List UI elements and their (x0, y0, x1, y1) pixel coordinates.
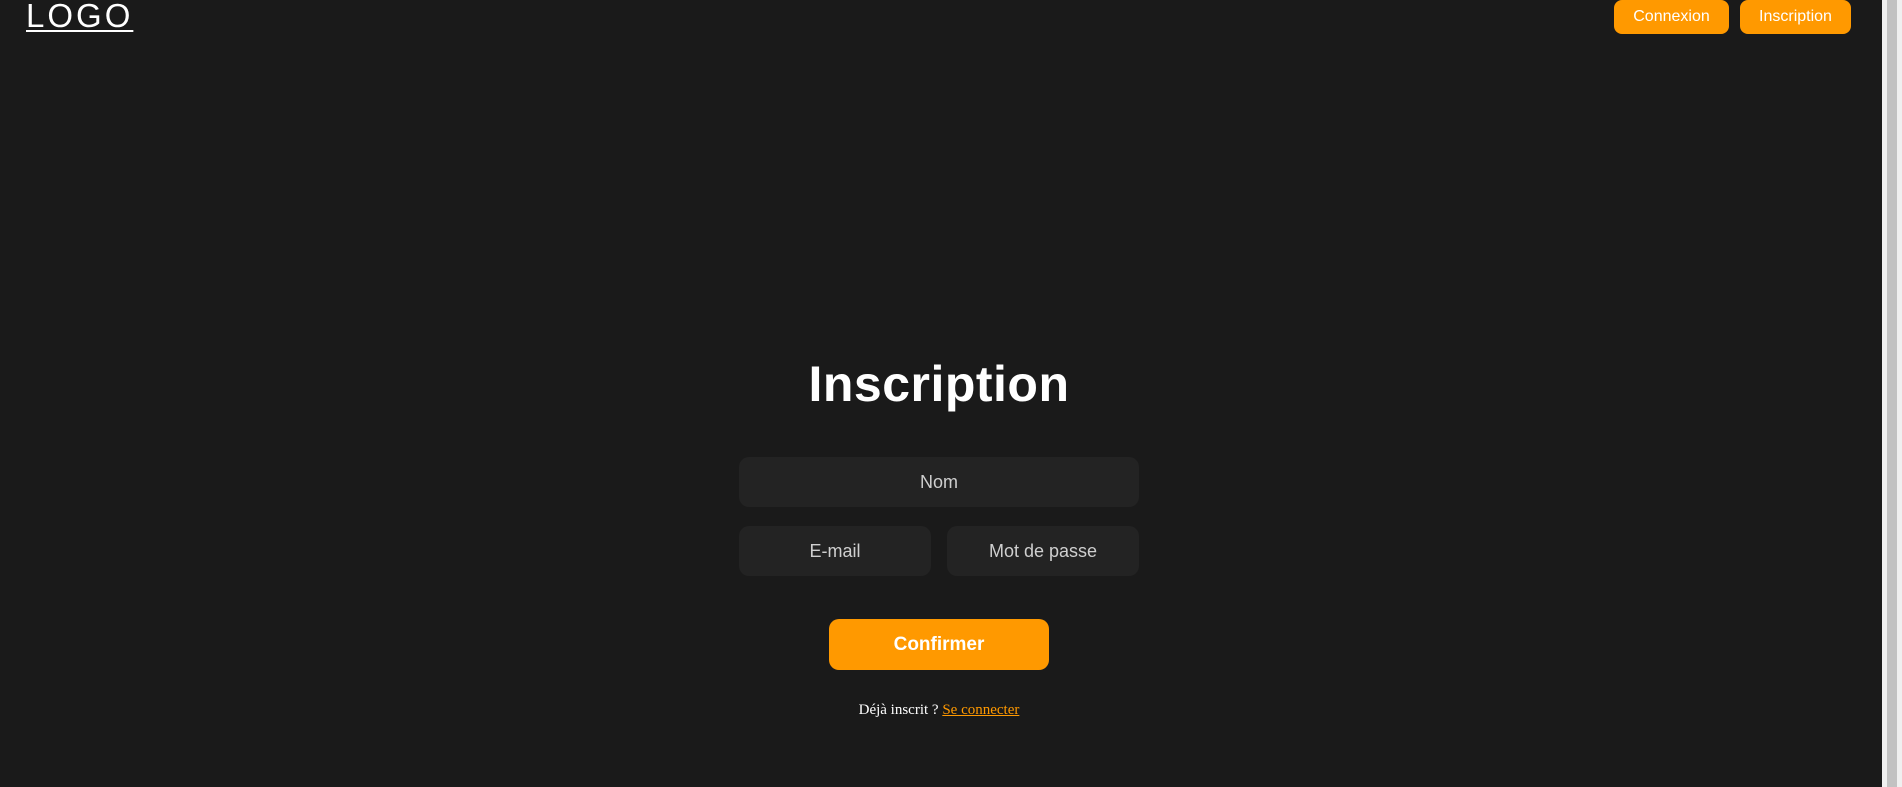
scrollbar-thumb[interactable] (1887, 0, 1897, 787)
login-link[interactable]: Se connecter (942, 702, 1019, 718)
login-prompt: Déjà inscrit ? Se connecter (0, 700, 1878, 720)
name-field[interactable] (739, 457, 1139, 507)
signup-nav-button[interactable]: Inscription (1740, 0, 1851, 34)
logo-link[interactable]: LOGO (26, 0, 133, 36)
login-nav-button[interactable]: Connexion (1614, 0, 1729, 34)
page: LOGO Connexion Inscription Inscription C… (0, 0, 1882, 787)
email-field[interactable] (739, 526, 931, 576)
confirm-button[interactable]: Confirmer (829, 619, 1049, 670)
login-prompt-text: Déjà inscrit ? (858, 702, 939, 718)
password-field[interactable] (947, 526, 1139, 576)
page-title: Inscription (808, 356, 1070, 412)
